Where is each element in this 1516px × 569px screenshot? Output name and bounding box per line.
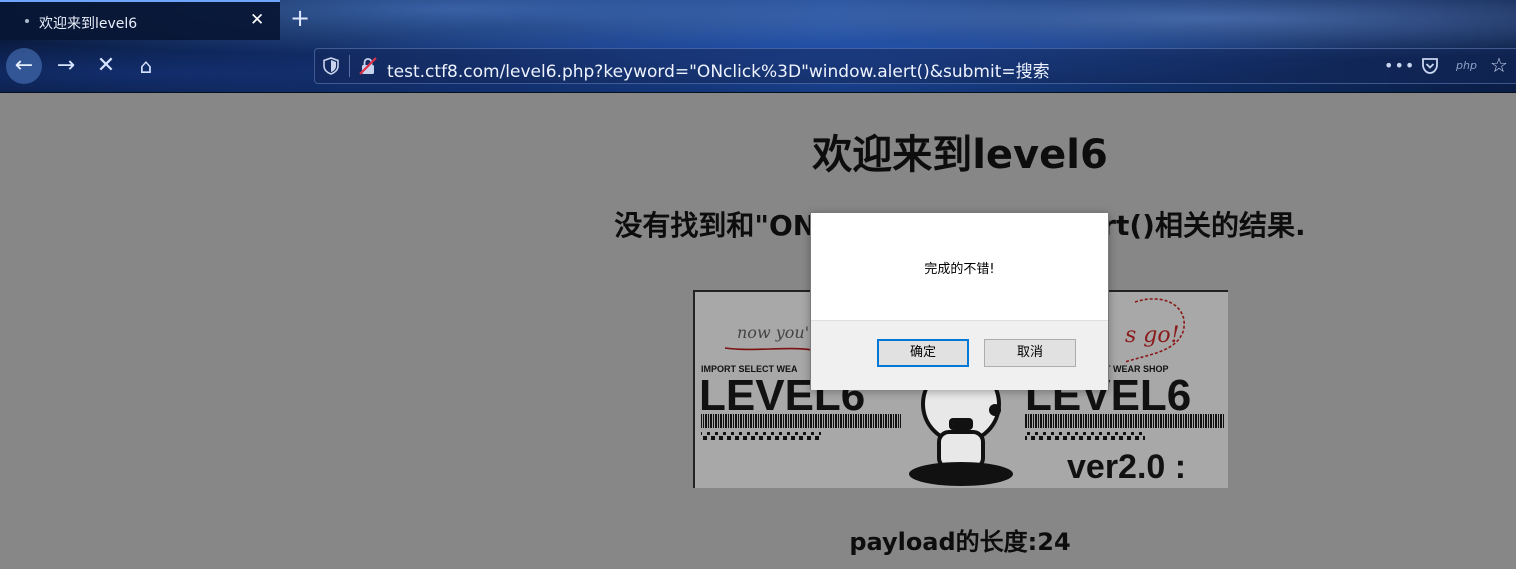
search-result-text: 没有找到和"ONclick="window.alert()相关的结果. — [0, 204, 1516, 244]
logo-version: ver2.0 : — [1067, 448, 1186, 486]
ok-button[interactable]: 确定 — [877, 339, 969, 367]
php-extension-icon[interactable]: php — [1456, 59, 1477, 72]
page-heading: 欢迎来到level6 — [812, 132, 1108, 178]
browser-chrome: 欢迎来到level6 ✕ + ← → ✕ ⌂ test.ctf8.com/lev… — [0, 0, 1516, 93]
back-button[interactable]: ← — [6, 48, 42, 84]
stop-button[interactable]: ✕ — [88, 48, 124, 84]
tab-title: 欢迎来到level6 — [39, 16, 138, 32]
url-separator — [349, 55, 350, 77]
payload-length-text: payload的长度:24 — [849, 528, 1071, 556]
logo-handwriting-right: s go! — [1125, 323, 1179, 348]
tab-loading-dot — [25, 19, 29, 23]
pocket-icon[interactable] — [1420, 56, 1440, 76]
url-text[interactable]: test.ctf8.com/level6.php?keyword="ONclic… — [387, 57, 1050, 82]
tracking-shield-icon[interactable] — [323, 57, 339, 75]
dialog-message: 完成的不错! — [924, 262, 995, 277]
alert-dialog: 完成的不错! 确定 取消 — [810, 212, 1109, 390]
cancel-button[interactable]: 取消 — [984, 339, 1076, 367]
dialog-footer: 确定 取消 — [811, 320, 1108, 390]
bookmark-star-icon[interactable]: ☆ — [1490, 53, 1508, 77]
home-button[interactable]: ⌂ — [128, 48, 164, 84]
address-bar[interactable]: test.ctf8.com/level6.php?keyword="ONclic… — [314, 48, 1516, 84]
forward-button[interactable]: → — [48, 48, 84, 84]
page-actions-menu-icon[interactable]: ••• — [1384, 56, 1415, 75]
page-content: 欢迎来到level6 没有找到和"ONclick="window.alert()… — [0, 92, 1516, 569]
insecure-lock-icon[interactable] — [359, 57, 377, 75]
new-tab-button[interactable]: + — [290, 4, 310, 32]
tab-active[interactable]: 欢迎来到level6 ✕ — [0, 0, 280, 40]
tab-close-icon[interactable]: ✕ — [250, 10, 264, 30]
